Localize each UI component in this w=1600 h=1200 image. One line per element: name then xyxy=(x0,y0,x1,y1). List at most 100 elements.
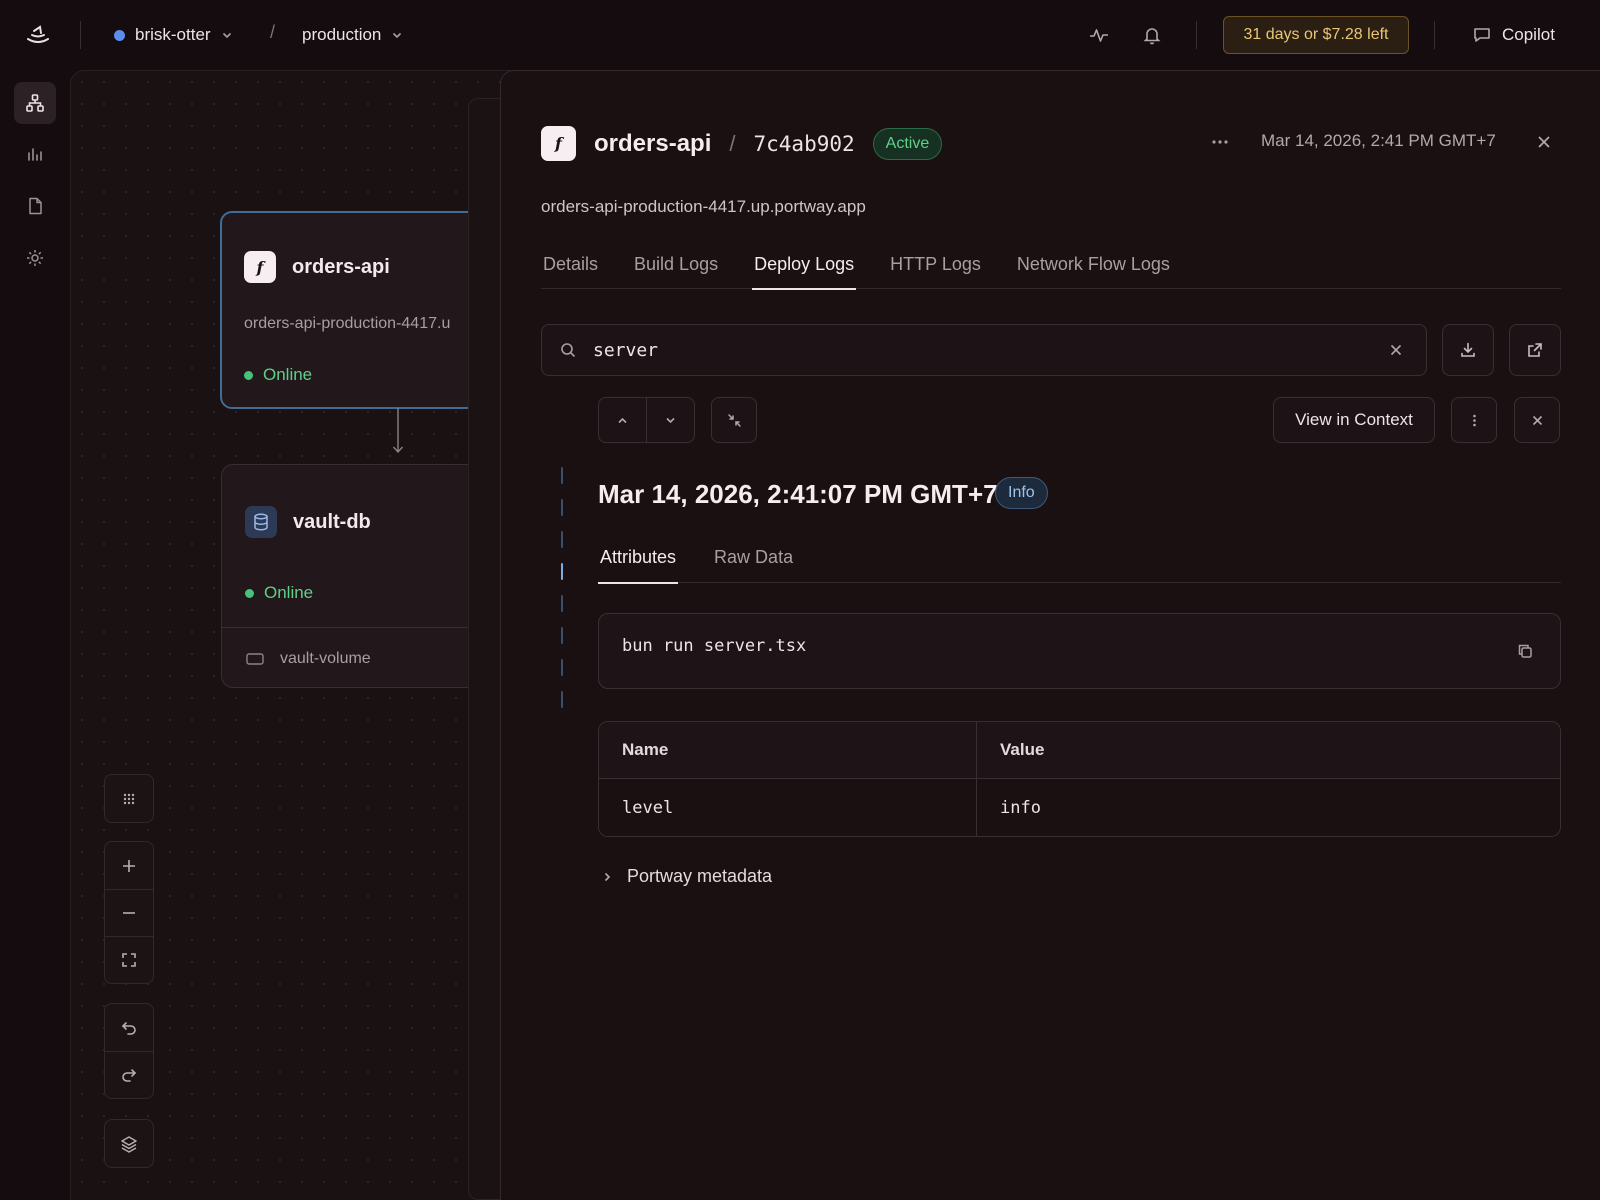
timeline-tick[interactable] xyxy=(561,467,563,484)
database-name: vault-db xyxy=(293,510,371,533)
trial-badge[interactable]: 31 days or $7.28 left xyxy=(1223,16,1409,54)
tab-http-logs[interactable]: HTTP Logs xyxy=(888,239,983,289)
settings-icon[interactable] xyxy=(14,237,56,279)
architecture-icon[interactable] xyxy=(14,82,56,124)
file-icon[interactable] xyxy=(14,185,56,227)
tab-build-logs[interactable]: Build Logs xyxy=(632,239,720,289)
timeline-tick-current[interactable] xyxy=(561,563,563,580)
tab-attributes[interactable]: Attributes xyxy=(598,531,679,584)
activity-icon[interactable] xyxy=(1088,24,1110,46)
open-external-button[interactable] xyxy=(1509,324,1561,376)
zoom-out-icon[interactable] xyxy=(105,889,153,936)
tab-raw-data[interactable]: Raw Data xyxy=(712,531,795,583)
next-match-button[interactable] xyxy=(646,398,694,442)
status-badge: Active xyxy=(872,127,943,160)
chevron-up-icon xyxy=(618,417,627,423)
close-icon[interactable] xyxy=(1535,133,1553,151)
breadcrumb-separator: / xyxy=(270,22,276,42)
deployment-timestamp: Mar 14, 2026, 2:41 PM GMT+7 xyxy=(1261,131,1496,150)
service-logo-icon: f xyxy=(244,251,276,283)
connection-arrow-icon xyxy=(391,408,405,456)
project-name: brisk-otter xyxy=(135,25,211,44)
tab-details[interactable]: Details xyxy=(541,239,600,289)
previous-match-button[interactable] xyxy=(599,398,646,442)
online-dot xyxy=(245,588,254,598)
database-icon xyxy=(245,506,277,538)
timeline-tick[interactable] xyxy=(561,531,563,548)
table-header: Name Value xyxy=(599,722,1560,779)
attributes-table: Name Value level info xyxy=(598,721,1561,837)
timeline-tick[interactable] xyxy=(561,499,563,516)
breadcrumb-separator: / xyxy=(729,130,736,156)
log-search-field[interactable]: server xyxy=(541,324,1427,376)
tab-deploy-logs[interactable]: Deploy Logs xyxy=(752,239,857,290)
environment-selector[interactable]: production xyxy=(302,22,403,48)
clear-search-icon[interactable] xyxy=(1388,342,1404,358)
deployment-details-panel: f orders-api / 7c4ab902 Active Mar 14, 2… xyxy=(500,70,1600,1200)
search-icon xyxy=(559,341,577,359)
search-input[interactable]: server xyxy=(593,340,1388,361)
panel-header: f orders-api / 7c4ab902 Active xyxy=(541,126,943,161)
zoom-in-icon[interactable] xyxy=(105,842,153,889)
more-options-icon[interactable] xyxy=(1209,131,1231,153)
timeline-tick[interactable] xyxy=(561,627,563,644)
project-status-dot xyxy=(114,29,125,41)
volume-icon xyxy=(246,652,264,666)
undo-icon[interactable] xyxy=(105,1004,153,1051)
chevron-down-icon xyxy=(391,29,403,41)
service-logo-icon: f xyxy=(541,126,576,161)
chevron-right-icon xyxy=(604,872,611,881)
attribute-name: level xyxy=(599,779,977,836)
column-header-value: Value xyxy=(1000,740,1045,759)
log-detail-tabs: Attributes Raw Data xyxy=(598,531,1561,584)
copilot-button[interactable]: Copilot xyxy=(1472,22,1555,48)
log-options-button[interactable] xyxy=(1451,397,1497,443)
canvas-zoom-toolbar xyxy=(104,841,154,984)
environment-name: production xyxy=(302,25,382,44)
panel-tabs: Details Build Logs Deploy Logs HTTP Logs… xyxy=(541,239,1561,290)
divider xyxy=(80,21,81,49)
copy-icon[interactable] xyxy=(1516,642,1534,660)
external-link-icon xyxy=(1528,343,1542,357)
portway-logo-icon[interactable] xyxy=(24,22,52,46)
grid-icon[interactable] xyxy=(105,775,153,822)
fit-view-icon[interactable] xyxy=(105,936,153,983)
canvas-layers-toolbar xyxy=(104,1119,154,1168)
layers-icon[interactable] xyxy=(105,1120,153,1167)
column-header-name: Name xyxy=(599,722,977,778)
log-timeline[interactable] xyxy=(561,467,564,708)
redo-icon[interactable] xyxy=(105,1051,153,1098)
close-log-button[interactable] xyxy=(1514,397,1560,443)
log-timestamp: Mar 14, 2026, 2:41:07 PM GMT+7 xyxy=(598,479,998,509)
download-icon xyxy=(1461,342,1475,357)
service-url-link[interactable]: orders-api-production-4417.up.portway.ap… xyxy=(541,197,866,217)
top-bar: brisk-otter / production 31 days or $7.2… xyxy=(0,0,1600,70)
chat-icon xyxy=(1472,25,1492,45)
log-navigation xyxy=(598,397,695,443)
vertical-dots-icon xyxy=(1472,414,1476,426)
project-selector[interactable]: brisk-otter xyxy=(114,22,233,48)
tab-network-flow-logs[interactable]: Network Flow Logs xyxy=(1015,239,1172,289)
timeline-tick[interactable] xyxy=(561,691,563,708)
view-in-context-button[interactable]: View in Context xyxy=(1273,397,1435,443)
timeline-tick[interactable] xyxy=(561,595,563,612)
divider xyxy=(1434,21,1435,49)
timeline-tick[interactable] xyxy=(561,659,563,676)
attribute-value: info xyxy=(1000,797,1041,818)
log-message-box: bun run server.tsx xyxy=(598,613,1561,689)
download-logs-button[interactable] xyxy=(1442,324,1494,376)
deployment-hash[interactable]: 7c4ab902 xyxy=(754,132,855,156)
status-label: Online xyxy=(263,365,313,384)
metrics-icon[interactable] xyxy=(14,133,56,175)
table-row[interactable]: level info xyxy=(599,779,1560,836)
collapse-button[interactable] xyxy=(711,397,757,443)
metadata-label: Portway metadata xyxy=(627,866,773,886)
portway-metadata-toggle[interactable]: Portway metadata xyxy=(601,866,772,887)
chevron-down-icon xyxy=(666,417,675,423)
bell-icon[interactable] xyxy=(1141,24,1163,46)
service-name: orders-api xyxy=(292,255,390,278)
online-dot xyxy=(244,370,253,380)
chevron-down-icon xyxy=(221,29,233,41)
panel-service-name: orders-api xyxy=(594,129,712,157)
copilot-label: Copilot xyxy=(1502,25,1555,44)
